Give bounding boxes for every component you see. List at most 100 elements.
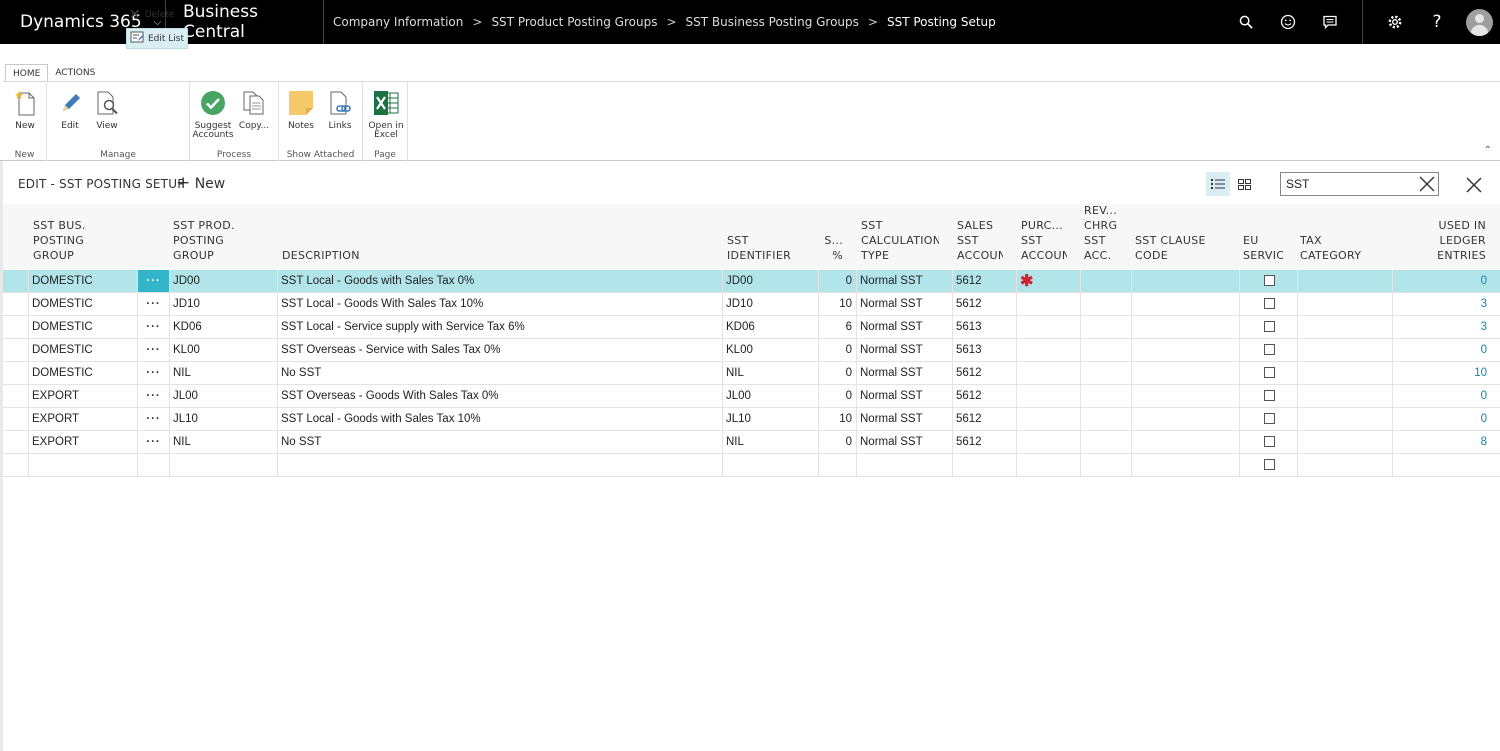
- cell-reverse-charge-account[interactable]: [1080, 385, 1131, 407]
- cell-sales-sst-account[interactable]: 5612: [952, 270, 1016, 292]
- eu-service-checkbox[interactable]: [1264, 298, 1275, 309]
- cell-tax-category[interactable]: [1297, 339, 1392, 361]
- cell-reverse-charge-account[interactable]: [1080, 339, 1131, 361]
- table-row[interactable]: DOMESTIC ··· NIL No SST NIL 0 Normal SST 5612 10: [3, 362, 1500, 385]
- cell-prod-posting-group[interactable]: [169, 454, 277, 476]
- cell-prod-posting-group[interactable]: KD06: [169, 316, 277, 338]
- table-row[interactable]: DOMESTIC ··· JD00 SST Local - Goods with Sa…: [3, 270, 1500, 293]
- eu-service-checkbox[interactable]: [1264, 321, 1275, 332]
- cell-sst-clause-code[interactable]: [1131, 431, 1239, 453]
- smiley-icon[interactable]: [1276, 0, 1300, 44]
- cell-sst-clause-code[interactable]: [1131, 270, 1239, 292]
- more-options-icon[interactable]: ···: [138, 270, 169, 292]
- cell-reverse-charge-account[interactable]: [1080, 362, 1131, 384]
- column-header-purchase-sst-account[interactable]: PURC... SST ACCOUN: [1021, 218, 1067, 263]
- cell-sst-identifier[interactable]: JL10: [722, 408, 818, 430]
- gear-icon[interactable]: [1383, 0, 1407, 44]
- copy-button[interactable]: Copy...: [236, 90, 272, 131]
- cell-reverse-charge-account[interactable]: [1080, 293, 1131, 315]
- cell-sales-sst-account[interactable]: 5612: [952, 408, 1016, 430]
- cell-sst-clause-code[interactable]: [1131, 362, 1239, 384]
- help-icon[interactable]: ?: [1425, 0, 1449, 44]
- cell-sst-clause-code[interactable]: [1131, 385, 1239, 407]
- links-button[interactable]: Links: [324, 90, 356, 131]
- cell-prod-posting-group[interactable]: KL00: [169, 339, 277, 361]
- cell-description[interactable]: [277, 454, 722, 476]
- cell-tax-category[interactable]: [1297, 431, 1392, 453]
- new-record-button[interactable]: + New: [176, 173, 225, 193]
- tab-actions[interactable]: ACTIONS: [48, 64, 102, 82]
- cell-calculation-type[interactable]: Normal SST: [856, 316, 952, 338]
- more-options-icon[interactable]: ···: [138, 293, 169, 315]
- table-row[interactable]: [3, 454, 1500, 477]
- breadcrumb-item-company-information[interactable]: Company Information: [333, 15, 463, 29]
- search-input[interactable]: SST: [1280, 172, 1439, 196]
- clear-search-icon[interactable]: [1417, 174, 1437, 194]
- cell-prod-posting-group[interactable]: JD00: [169, 270, 277, 292]
- eu-service-checkbox[interactable]: [1264, 367, 1275, 378]
- chat-icon[interactable]: [1318, 0, 1342, 44]
- cell-bus-posting-group[interactable]: DOMESTIC: [28, 293, 137, 315]
- cell-sst-identifier[interactable]: KD06: [722, 316, 818, 338]
- cell-description[interactable]: No SST: [277, 431, 722, 453]
- close-page-icon[interactable]: [1463, 174, 1485, 196]
- eu-service-checkbox[interactable]: [1264, 459, 1275, 470]
- new-button[interactable]: New: [9, 90, 41, 131]
- search-icon[interactable]: [1234, 0, 1258, 44]
- cell-description[interactable]: No SST: [277, 362, 722, 384]
- column-header-bus-posting-group[interactable]: SST BUS. POSTING GROUP: [33, 218, 133, 263]
- cell-purchase-sst-account[interactable]: [1016, 408, 1080, 430]
- cell-sst-percent[interactable]: 0: [818, 385, 856, 407]
- breadcrumb-item-sst-business-posting-groups[interactable]: SST Business Posting Groups: [686, 15, 859, 29]
- cell-calculation-type[interactable]: [856, 454, 952, 476]
- cell-sales-sst-account[interactable]: 5612: [952, 293, 1016, 315]
- cell-reverse-charge-account[interactable]: [1080, 454, 1131, 476]
- cell-bus-posting-group[interactable]: EXPORT: [28, 431, 137, 453]
- cell-sst-percent[interactable]: 0: [818, 431, 856, 453]
- cell-purchase-sst-account[interactable]: [1016, 339, 1080, 361]
- cell-prod-posting-group[interactable]: JL10: [169, 408, 277, 430]
- cell-used-in-ledger-entries[interactable]: [1392, 454, 1491, 476]
- cell-purchase-sst-account[interactable]: [1016, 293, 1080, 315]
- cell-sst-identifier[interactable]: JD00: [722, 270, 818, 292]
- cell-sst-percent[interactable]: [818, 454, 856, 476]
- eu-service-checkbox[interactable]: [1264, 344, 1275, 355]
- cell-sst-clause-code[interactable]: [1131, 339, 1239, 361]
- more-options-icon[interactable]: ···: [138, 385, 169, 407]
- tab-home[interactable]: HOME: [5, 64, 49, 82]
- column-header-calculation-type[interactable]: SST CALCULATION TYPE: [861, 218, 939, 263]
- cell-purchase-sst-account[interactable]: [1016, 362, 1080, 384]
- cell-used-in-ledger-entries[interactable]: 0: [1392, 385, 1491, 407]
- cell-prod-posting-group[interactable]: NIL: [169, 431, 277, 453]
- table-row[interactable]: DOMESTIC ··· JD10 SST Local - Goods With Sa…: [3, 293, 1500, 316]
- tile-view-icon[interactable]: [1232, 172, 1256, 196]
- cell-bus-posting-group[interactable]: DOMESTIC: [28, 362, 137, 384]
- cell-tax-category[interactable]: [1297, 454, 1392, 476]
- cell-calculation-type[interactable]: Normal SST: [856, 385, 952, 407]
- more-options-icon[interactable]: ···: [138, 431, 169, 453]
- cell-calculation-type[interactable]: Normal SST: [856, 431, 952, 453]
- open-in-excel-button[interactable]: Open in Excel: [367, 90, 405, 140]
- cell-description[interactable]: SST Local - Goods with Sales Tax 10%: [277, 408, 722, 430]
- cell-description[interactable]: SST Local - Goods With Sales Tax 10%: [277, 293, 722, 315]
- cell-sst-clause-code[interactable]: [1131, 293, 1239, 315]
- table-row[interactable]: EXPORT ··· NIL No SST NIL 0 Normal SST 5612 8: [3, 431, 1500, 454]
- cell-reverse-charge-account[interactable]: [1080, 408, 1131, 430]
- cell-tax-category[interactable]: [1297, 316, 1392, 338]
- cell-reverse-charge-account[interactable]: [1080, 270, 1131, 292]
- cell-tax-category[interactable]: [1297, 385, 1392, 407]
- table-row[interactable]: EXPORT ··· JL00 SST Overseas - Goods With S…: [3, 385, 1500, 408]
- cell-used-in-ledger-entries[interactable]: 8: [1392, 431, 1491, 453]
- cell-sales-sst-account[interactable]: 5613: [952, 316, 1016, 338]
- cell-used-in-ledger-entries[interactable]: 0: [1392, 339, 1491, 361]
- cell-purchase-sst-account[interactable]: ✱: [1016, 270, 1080, 292]
- table-row[interactable]: EXPORT ··· JL10 SST Local - Goods with Sale…: [3, 408, 1500, 431]
- cell-sst-identifier[interactable]: NIL: [722, 362, 818, 384]
- column-header-used-in-ledger-entries[interactable]: USED IN LEDGER ENTRIES: [1403, 218, 1486, 263]
- cell-calculation-type[interactable]: Normal SST: [856, 362, 952, 384]
- cell-calculation-type[interactable]: Normal SST: [856, 339, 952, 361]
- cell-sst-identifier[interactable]: KL00: [722, 339, 818, 361]
- cell-reverse-charge-account[interactable]: [1080, 316, 1131, 338]
- cell-sales-sst-account[interactable]: 5612: [952, 431, 1016, 453]
- cell-prod-posting-group[interactable]: JL00: [169, 385, 277, 407]
